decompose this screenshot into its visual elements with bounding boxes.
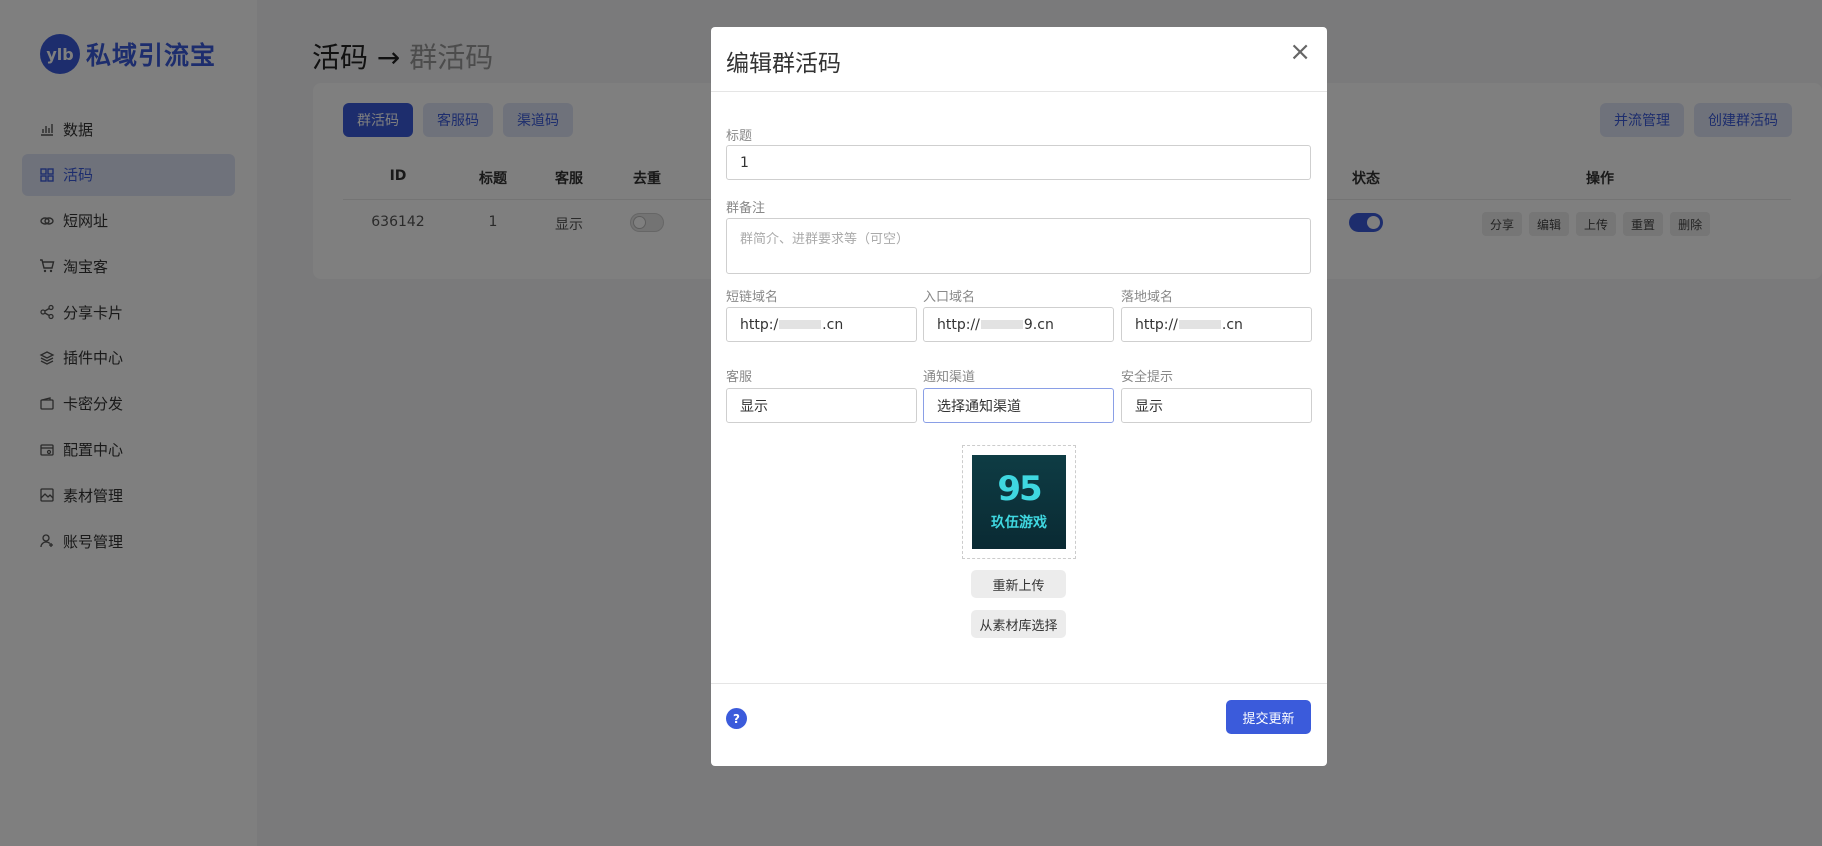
remark-textarea[interactable]: 群简介、进群要求等（可空） [726, 218, 1311, 274]
submit-update-button[interactable]: 提交更新 [1226, 700, 1311, 734]
redacted-text [980, 320, 1023, 329]
service-select[interactable]: 显示 [726, 388, 917, 423]
short-domain-prefix: http:/ [740, 316, 779, 333]
title-label: 标题 [726, 129, 753, 144]
short-domain-select[interactable]: http:/ .cn [726, 307, 917, 342]
landing-domain-label: 落地域名 [1121, 290, 1174, 305]
short-domain-suffix: .cn [822, 316, 844, 333]
safety-tip-label: 安全提示 [1121, 370, 1174, 385]
group-qr-image-frame[interactable]: 95 玖伍游戏 [962, 445, 1076, 559]
notify-channel-select[interactable]: 选择通知渠道 [923, 388, 1114, 423]
landing-domain-suffix: .cn [1221, 316, 1243, 333]
entry-domain-suffix: 9.cn [1023, 316, 1054, 333]
modal-title: 编辑群活码 [726, 51, 841, 77]
modal-footer-divider [711, 683, 1327, 684]
select-from-library-button[interactable]: 从素材库选择 [971, 610, 1066, 638]
image-logo-text: 玖伍游戏 [991, 515, 1047, 531]
entry-domain-label: 入口域名 [923, 290, 976, 305]
redacted-text [779, 320, 822, 329]
safety-tip-select[interactable]: 显示 [1121, 388, 1312, 423]
landing-domain-prefix: http:// [1135, 316, 1178, 333]
service-label: 客服 [726, 370, 753, 385]
close-icon[interactable]: × [1289, 39, 1311, 65]
reupload-button[interactable]: 重新上传 [971, 570, 1066, 598]
redacted-text [1178, 320, 1221, 329]
image-logo-number: 95 [997, 469, 1042, 509]
title-input[interactable]: 1 [726, 145, 1311, 180]
help-icon[interactable]: ? [726, 708, 747, 729]
remark-label: 群备注 [726, 201, 766, 216]
modal-header: 编辑群活码 × [711, 27, 1327, 92]
group-qr-image: 95 玖伍游戏 [972, 455, 1066, 549]
entry-domain-prefix: http:// [937, 316, 980, 333]
notify-channel-label: 通知渠道 [923, 370, 976, 385]
landing-domain-select[interactable]: http:// .cn [1121, 307, 1312, 342]
entry-domain-select[interactable]: http:// 9.cn [923, 307, 1114, 342]
short-domain-label: 短链域名 [726, 290, 779, 305]
